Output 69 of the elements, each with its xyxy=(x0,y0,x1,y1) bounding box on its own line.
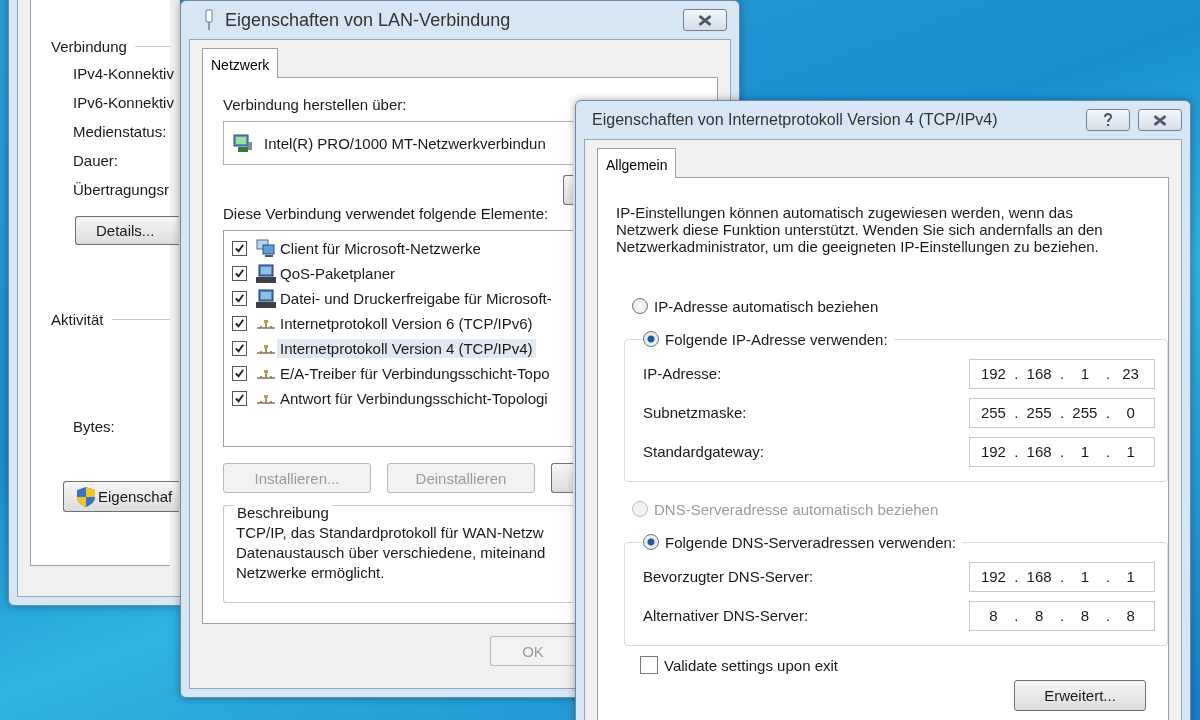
network-adapter-icon xyxy=(232,132,254,154)
elements-label: Diese Verbindung verwendet folgende Elemente: xyxy=(223,205,549,222)
help-button[interactable] xyxy=(1086,109,1130,131)
ip-address-field[interactable]: 255 . 255 . 255 . 0 xyxy=(969,397,1155,428)
checkbox[interactable] xyxy=(232,291,247,306)
monitors-icon xyxy=(255,238,277,259)
advanced-button[interactable]: Erweitert... xyxy=(1014,680,1146,711)
bytes-label: Bytes: xyxy=(73,417,115,437)
intro-text: IP-Einstellungen können automatisch zugewiesen werden, wenn das Netzwerk diese Funktion unterstützt. Wenden Sie sich andernfalls an den Netzwerkadministrator, um die geeigneten IP-Einstellungen zu beziehen. xyxy=(616,204,1104,255)
radio-label[interactable]: IP-Adresse automatisch beziehen xyxy=(654,297,879,315)
checkbox[interactable] xyxy=(232,391,247,406)
status-label: Übertragungsr xyxy=(73,180,169,200)
close-button[interactable] xyxy=(1138,109,1182,131)
element-item[interactable]: Internetprotokoll Version 4 (TCP/IPv4) xyxy=(277,339,536,358)
window-title: Eigenschaften von LAN-Verbindung xyxy=(225,9,512,31)
ip-address-field[interactable]: 8 . 8 . 8 . 8 xyxy=(969,600,1155,631)
field-label: Subnetzmaske: xyxy=(643,404,747,421)
radio-button[interactable] xyxy=(643,331,659,347)
field-label: IP-Adresse: xyxy=(643,365,722,382)
tab[interactable]: Netzwerk xyxy=(202,48,279,78)
element-item[interactable]: E/A-Treiber für Verbindungsschicht-Topo xyxy=(277,364,553,383)
field-label: Alternativer DNS-Server: xyxy=(643,607,809,624)
description-text: Datenaustausch über verschiedene, miteinand xyxy=(236,543,547,563)
properties-button[interactable]: Eigenschaf xyxy=(63,481,179,512)
status-label: IPv6-Konnektiv xyxy=(73,93,174,113)
window-title: Eigenschaften von Internetprotokoll Version 4 (TCP/IPv4) xyxy=(592,111,999,129)
ip-address-field[interactable]: 192 . 168 . 1 . 1 xyxy=(969,436,1155,467)
radio-button[interactable] xyxy=(632,298,648,314)
field-label: Bevorzugter DNS-Server: xyxy=(643,568,814,585)
status-label: IPv4-Konnektiv xyxy=(73,64,174,84)
ip-address-field[interactable]: 192 . 168 . 1 . 1 xyxy=(969,561,1155,592)
close-icon xyxy=(1152,114,1168,126)
checkbox[interactable] xyxy=(232,316,247,331)
status-label: Medienstatus: xyxy=(73,122,167,142)
close-icon xyxy=(697,14,713,26)
radio-label[interactable]: Folgende DNS-Serveradressen verwenden: xyxy=(665,533,956,551)
ip-address-field[interactable]: 192 . 168 . 1 . 23 xyxy=(969,358,1155,389)
group-title: Verbindung xyxy=(51,38,127,55)
radio-label[interactable]: Folgende IP-Adresse verwenden: xyxy=(665,330,888,348)
description-text: Netzwerke ermöglicht. xyxy=(236,563,386,583)
description-text: TCP/IP, das Standardprotokoll für WAN-Netzw xyxy=(236,523,545,543)
tab[interactable]: Allgemein xyxy=(597,148,677,178)
details-button[interactable]: Details... xyxy=(75,216,179,245)
group-title: Beschreibung xyxy=(234,504,332,521)
computer-icon xyxy=(255,263,277,284)
field-label: Standardgateway: xyxy=(643,443,764,460)
connect-via-label: Verbindung herstellen über: xyxy=(223,96,407,113)
computer-icon xyxy=(255,288,277,309)
shield-icon xyxy=(76,485,96,508)
configure-button[interactable] xyxy=(563,175,573,205)
checkbox[interactable] xyxy=(640,656,658,674)
properties-button[interactable] xyxy=(551,463,573,493)
status-label: Dauer: xyxy=(73,151,119,171)
element-item[interactable]: Antwort für Verbindungsschicht-Topologi xyxy=(277,389,551,408)
help-icon xyxy=(1103,113,1113,127)
radio-button[interactable] xyxy=(643,534,659,550)
adapter-field: Intel(R) PRO/1000 MT-Netzwerkverbindun xyxy=(223,121,573,165)
element-item[interactable]: Internetprotokoll Version 6 (TCP/IPv6) xyxy=(277,314,536,333)
element-item[interactable]: Datei- und Druckerfreigabe für Microsoft- xyxy=(277,289,555,308)
close-button[interactable] xyxy=(683,9,727,31)
element-item[interactable]: QoS-Paketplaner xyxy=(277,264,399,283)
checkbox-label[interactable]: Validate settings upon exit xyxy=(664,656,838,674)
group-title: Aktivität xyxy=(51,311,104,328)
checkbox[interactable] xyxy=(232,341,247,356)
element-item[interactable]: Client für Microsoft-Netzwerke xyxy=(277,239,484,258)
checkbox[interactable] xyxy=(232,266,247,281)
plug-icon xyxy=(203,9,215,31)
checkbox[interactable] xyxy=(232,241,247,256)
checkbox[interactable] xyxy=(232,366,247,381)
